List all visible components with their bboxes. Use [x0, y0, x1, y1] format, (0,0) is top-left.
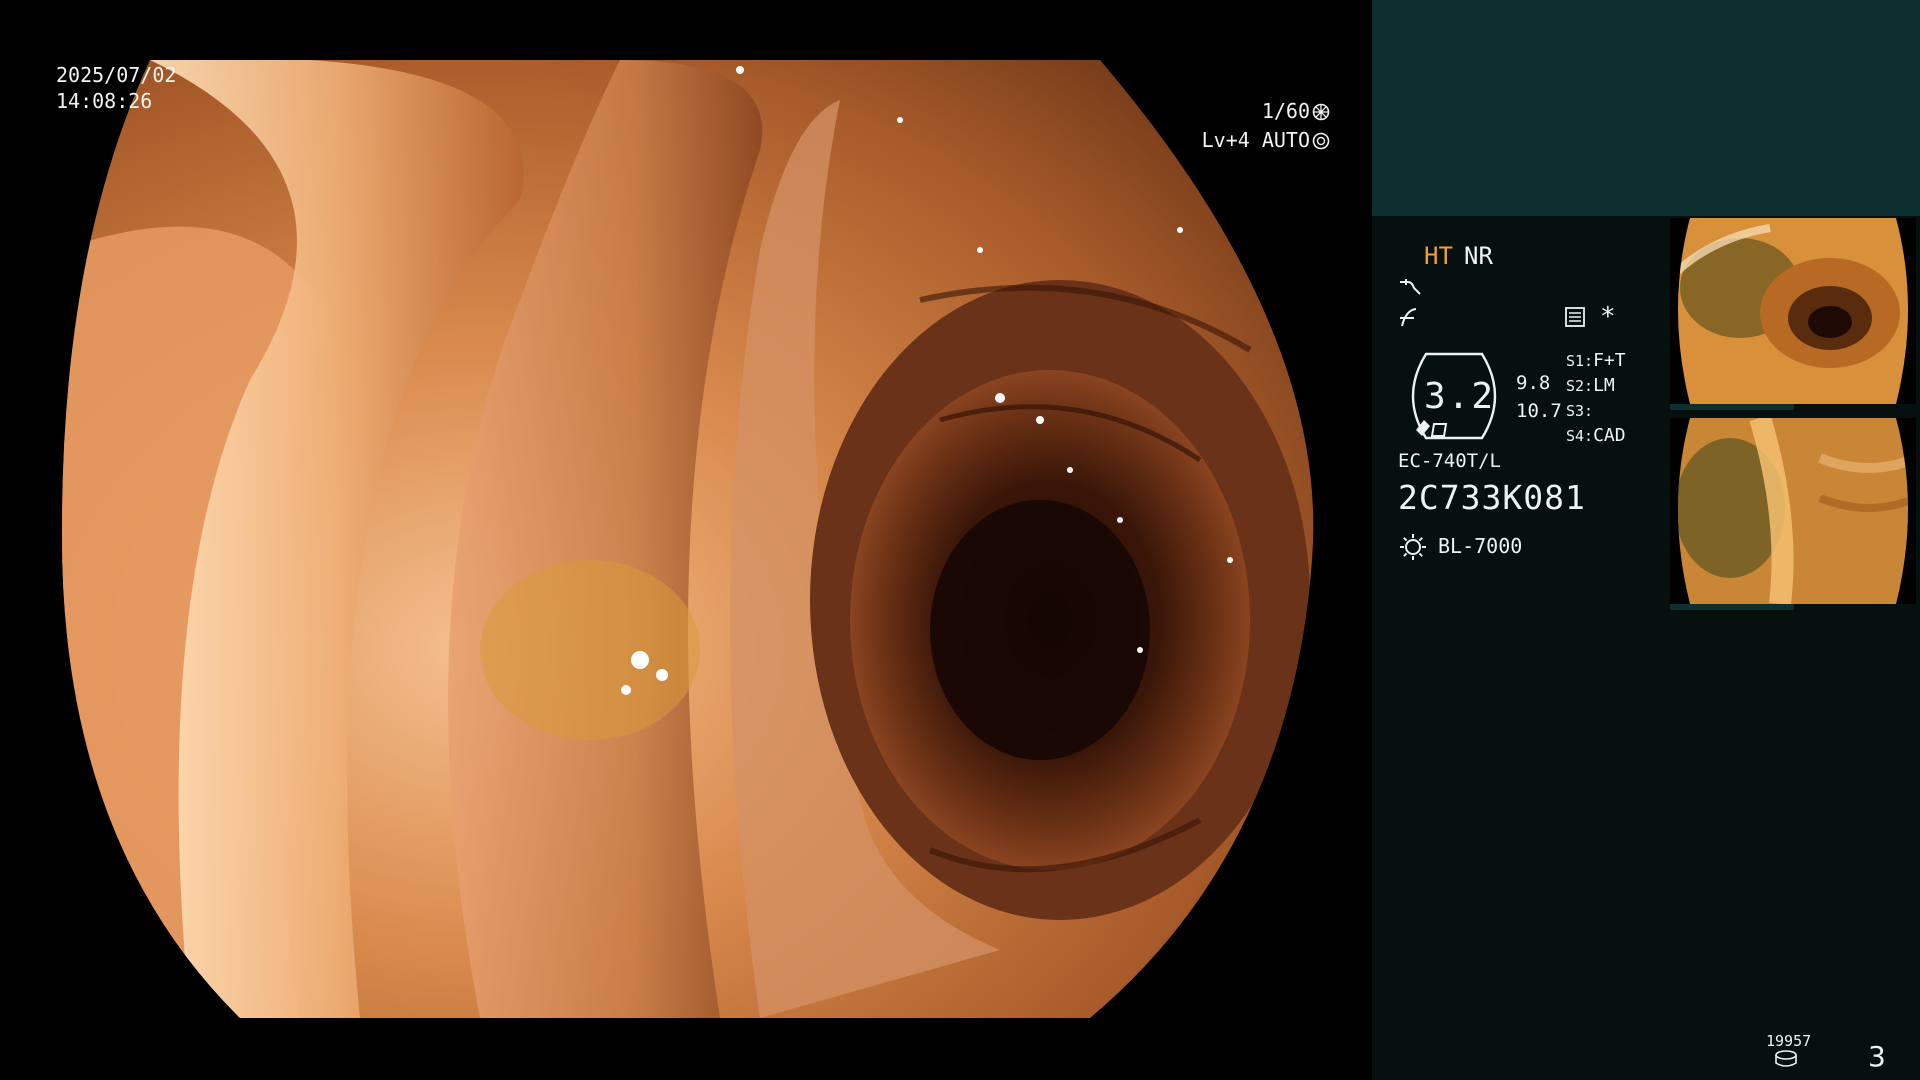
slot-key: S4:: [1566, 427, 1594, 445]
storage-icon: [1775, 1050, 1797, 1067]
enhance-curve-icon: [1400, 308, 1417, 327]
slot-key: S3:: [1566, 402, 1594, 420]
light-source-label: BL-7000: [1438, 534, 1523, 558]
measurement-a: 9.8: [1516, 372, 1551, 394]
slot-key: S1:: [1566, 352, 1594, 370]
thumbnail-2-indicator: [1670, 604, 1794, 610]
shutter-value: 1/60: [1261, 99, 1310, 123]
iris-level-display: Lv+4 AUTO: [1202, 127, 1330, 153]
date-display: 2025/07/02: [56, 63, 177, 87]
switch-slot-1: S1:F+T: [1566, 350, 1626, 371]
slot-value: F+T: [1593, 350, 1626, 371]
switch-slot-4: S4:CAD: [1566, 425, 1626, 446]
iris-level-value: Lv+4 AUTO: [1201, 128, 1310, 152]
shutter-display: 1/60: [1262, 98, 1330, 124]
slot-key: S2:: [1566, 377, 1594, 395]
slot-value: CAD: [1593, 425, 1626, 446]
mode-ht-label: HT: [1424, 242, 1453, 270]
switch-slot-3: S3:: [1566, 400, 1593, 421]
scope-serial: 2C733K081: [1398, 478, 1586, 517]
endoscope-view: 2025/07/02 14:08:26 1/60 Lv+4 AUTO: [0, 0, 1372, 1080]
light-source-icon: [1400, 534, 1426, 560]
edge-curve-icon: [1400, 279, 1421, 295]
zoom-value: 3.2: [1424, 376, 1496, 417]
measurement-b: 10.7: [1516, 400, 1562, 422]
mode-nr-label: NR: [1464, 242, 1493, 270]
shutter-icon: [1312, 103, 1330, 121]
thumbnail-1-indicator: [1670, 404, 1794, 410]
menu-list-icon: [1565, 307, 1585, 327]
scope-model: EC-740T/L: [1398, 450, 1501, 472]
switch-slot-2: S2:LM: [1566, 375, 1615, 396]
panel-header-area: [1372, 0, 1920, 216]
thumbnail-image: [1678, 418, 1908, 604]
star-indicator: *: [1600, 302, 1616, 332]
auto-iris-icon: [1312, 132, 1330, 150]
time-display: 14:08:26: [56, 89, 153, 113]
slot-value: LM: [1593, 375, 1615, 396]
capture-counter: 19957: [1766, 1032, 1812, 1050]
endoscope-image: [61, 60, 1314, 1018]
thumbnail-image: [1678, 218, 1908, 404]
info-panel: HT NR * 3.2 9.8 10.7 S1:F+T S2:LM S3: S4…: [1372, 0, 1920, 1080]
captured-thumbnail-1[interactable]: [1670, 218, 1916, 404]
captured-thumbnail-2[interactable]: [1670, 418, 1916, 604]
page-number: 3: [1868, 1040, 1886, 1073]
